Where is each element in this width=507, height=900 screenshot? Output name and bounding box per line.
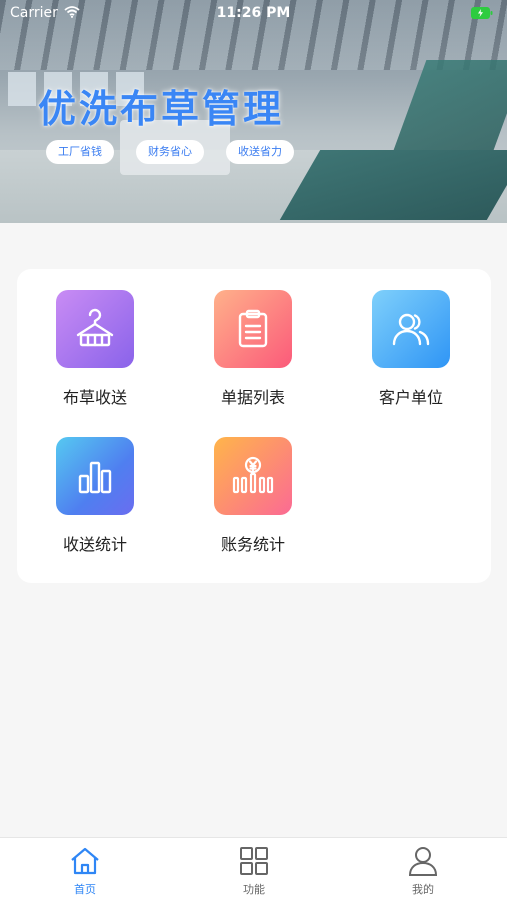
tab-label: 我的 — [412, 883, 434, 896]
menu-label: 收送统计 — [62, 535, 127, 554]
factory-window — [8, 72, 36, 106]
tab-functions[interactable]: 功能 — [214, 846, 294, 897]
bar-chart-icon — [56, 437, 134, 515]
hero-tag: 财务省心 — [136, 140, 204, 164]
menu-item-document-list[interactable]: 单据列表 — [193, 290, 313, 408]
yen-chart-icon — [214, 437, 292, 515]
grid-icon — [238, 847, 270, 880]
conveyor-belt — [393, 60, 507, 150]
tab-label: 首页 — [74, 883, 96, 896]
home-icon — [69, 847, 101, 880]
tab-label: 功能 — [243, 883, 265, 896]
function-menu-card: 布草收送 单据列表 客户单位 收送统计 账务统计 — [17, 269, 491, 583]
conveyor-belt — [279, 150, 507, 220]
menu-item-finance-stats[interactable]: 账务统计 — [193, 437, 313, 555]
clipboard-icon — [214, 290, 292, 368]
person-icon — [407, 847, 439, 880]
app-screen: Carrier 11:26 PM 优洗布草管理 工厂省钱 财务省心 收送省力 布… — [0, 0, 507, 900]
menu-item-linen-delivery[interactable]: 布草收送 — [35, 290, 155, 408]
hero-banner: Carrier 11:26 PM 优洗布草管理 工厂省钱 财务省心 收送省力 — [0, 0, 507, 223]
hero-tag: 收送省力 — [226, 140, 294, 164]
status-bar: Carrier 11:26 PM — [0, 0, 507, 28]
menu-label: 账务统计 — [220, 535, 285, 554]
hero-tag: 工厂省钱 — [46, 140, 114, 164]
menu-label: 布草收送 — [62, 388, 127, 407]
bottom-tab-bar: 首页 功能 我的 — [0, 837, 507, 900]
menu-item-client-units[interactable]: 客户单位 — [351, 290, 471, 408]
battery-icon — [471, 7, 493, 23]
hanger-icon — [56, 290, 134, 368]
tab-mine[interactable]: 我的 — [383, 846, 463, 897]
users-icon — [372, 290, 450, 368]
tab-home[interactable]: 首页 — [45, 846, 125, 897]
menu-label: 单据列表 — [220, 388, 285, 407]
menu-item-delivery-stats[interactable]: 收送统计 — [35, 437, 155, 555]
hero-title: 优洗布草管理 — [38, 87, 285, 131]
menu-label: 客户单位 — [378, 388, 443, 407]
clock: 11:26 PM — [216, 5, 291, 21]
